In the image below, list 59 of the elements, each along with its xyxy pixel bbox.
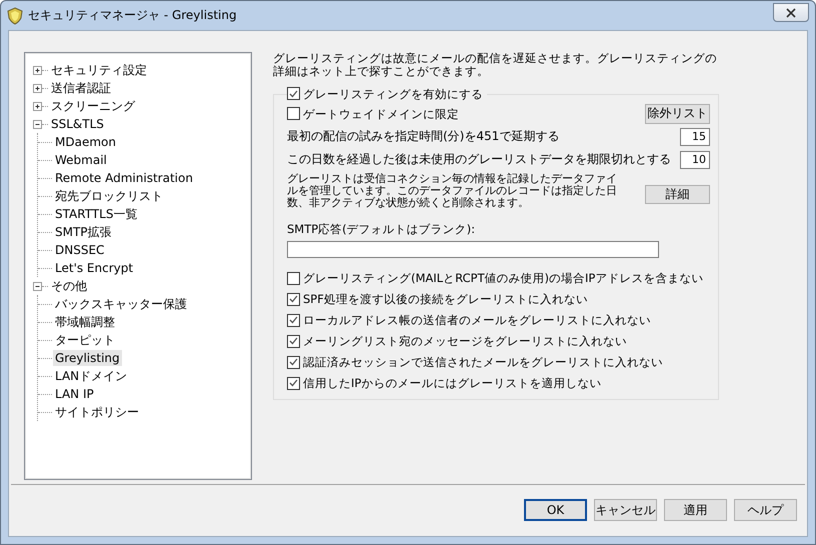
field-label: 最初の配信の試みを指定時間(分)を451で延期する — [287, 128, 560, 145]
tree-item[interactable]: その他 — [49, 276, 89, 296]
tree-item[interactable]: Greylisting — [53, 350, 122, 366]
tree-item[interactable]: 送信者認証 — [49, 78, 113, 98]
tree-item[interactable]: スクリーニング — [49, 96, 137, 116]
expand-icon[interactable] — [33, 84, 42, 92]
field-label: この日数を経過した後は未使用のグレーリストデータを期限切れとする — [287, 151, 671, 168]
dialog-button[interactable]: ヘルプ — [734, 499, 797, 521]
tree-item[interactable]: 帯域幅調整 — [53, 312, 117, 332]
collapse-icon[interactable] — [33, 282, 42, 290]
tree-item[interactable]: SMTP拡張 — [53, 222, 114, 242]
expand-icon[interactable] — [33, 102, 42, 110]
checkbox[interactable] — [287, 107, 300, 120]
tree-item[interactable]: バックスキャッター保護 — [53, 294, 189, 314]
window-title: セキュリティマネージャ - Greylisting — [28, 7, 237, 24]
checkbox[interactable] — [287, 272, 300, 284]
tree-item[interactable]: DNSSEC — [53, 242, 106, 258]
checkbox-label: 信用したIPからのメールにはグレーリストを適用しない — [303, 375, 602, 391]
collapse-icon[interactable] — [33, 120, 42, 128]
tree-item[interactable]: セキュリティ設定 — [49, 60, 149, 80]
checkbox-label: グレーリスティング(MAILとRCPT値のみ使用)の場合IPアドレスを含まない — [303, 270, 704, 286]
checkbox[interactable] — [287, 356, 300, 368]
dialog-button[interactable]: 適用 — [664, 499, 727, 521]
tree-item[interactable]: MDaemon — [53, 134, 118, 150]
tree-item[interactable]: サイトポリシー — [53, 402, 141, 422]
tree-item[interactable]: Let's Encrypt — [53, 260, 136, 276]
tree-item[interactable]: Webmail — [53, 152, 109, 168]
checkbox[interactable] — [287, 87, 300, 100]
dialog-button[interactable]: OK — [524, 499, 587, 521]
checkbox[interactable] — [287, 314, 300, 326]
shield-icon — [7, 6, 23, 24]
close-button[interactable] — [773, 3, 809, 22]
tree-item[interactable]: SSL&TLS — [49, 116, 106, 132]
checkbox-label: メーリングリスト宛のメッセージをグレーリストに入れない — [303, 333, 627, 349]
checkbox-label: SPF処理を渡す以後の接続をグレーリストに入れない — [303, 291, 588, 307]
checkbox[interactable] — [287, 376, 300, 390]
checkbox[interactable] — [287, 292, 300, 306]
checkbox-label: ゲートウェイドメインに限定 — [303, 106, 459, 122]
description-text: グレーリスティングは故意にメールの配信を遅延させます。グレーリスティングの詳細はネット上で探すことができます。 — [273, 52, 718, 78]
checkbox[interactable] — [287, 334, 300, 348]
smtp-response-field[interactable] — [287, 241, 659, 258]
info-text: グレーリストは受信コネクション毎の情報を記録したデータファイルを管理しています。このデータファイルのレコードは指定した日数、非アクティブな状態が続くと削除されます。 — [287, 173, 618, 209]
tree-item[interactable]: Remote Administration — [53, 170, 195, 186]
tree-item[interactable]: LANドメイン — [53, 366, 130, 386]
tree-item[interactable]: LAN IP — [53, 386, 96, 402]
field-label: SMTP応答(デフォルトはブランク): — [287, 222, 476, 237]
number-field[interactable]: 10 — [680, 150, 710, 168]
expand-icon[interactable] — [33, 66, 42, 74]
tree-item[interactable]: STARTTLS一覧 — [53, 204, 140, 224]
dialog-button[interactable]: キャンセル — [594, 499, 657, 521]
details-button[interactable]: 詳細 — [645, 184, 710, 204]
exclusion-list-button[interactable]: 除外リスト — [645, 104, 710, 124]
close-icon — [786, 8, 796, 18]
checkbox-label: 認証済みセッションで送信されたメールをグレーリストに入れない — [303, 354, 663, 370]
tree-item[interactable]: ターピット — [53, 330, 117, 350]
checkbox-label: ローカルアドレス帳の送信者のメールをグレーリストに入れない — [303, 312, 651, 328]
tree-item[interactable]: 宛先ブロックリスト — [53, 186, 165, 206]
checkbox-label: グレーリスティングを有効にする — [303, 86, 483, 102]
number-field[interactable]: 15 — [680, 128, 710, 146]
